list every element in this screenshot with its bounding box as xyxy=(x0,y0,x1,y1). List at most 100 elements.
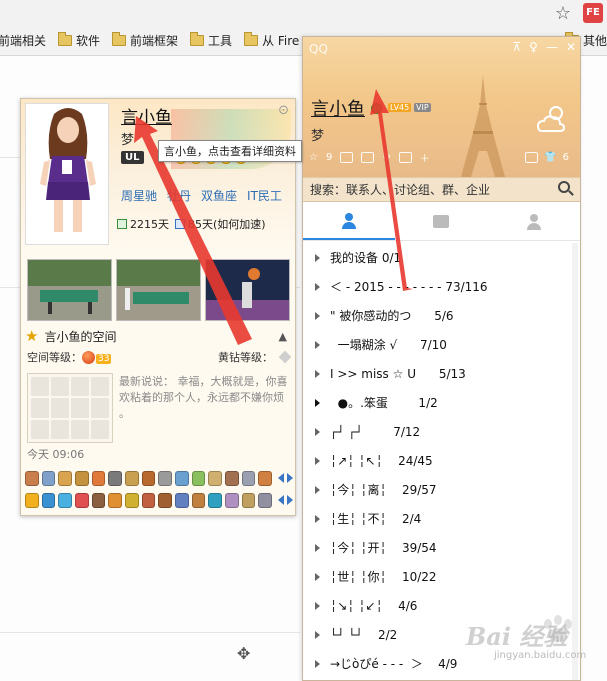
app-icon[interactable] xyxy=(208,470,223,486)
contact-group-row[interactable]: " 被你感动的つ 5/6 xyxy=(303,301,580,330)
app-icon[interactable] xyxy=(141,492,156,508)
app-icon[interactable] xyxy=(91,492,106,508)
bookmark-folder[interactable]: 从 Fire xyxy=(244,31,299,49)
app-icon[interactable] xyxy=(25,492,39,508)
bookmark-star-icon[interactable]: ☆ xyxy=(555,3,571,24)
app-icon[interactable] xyxy=(241,470,256,486)
app-icon[interactable] xyxy=(158,470,173,486)
app-icon[interactable] xyxy=(258,492,273,508)
add-icon[interactable]: ＋ xyxy=(420,150,430,165)
tab-contacts[interactable] xyxy=(303,203,396,240)
app-icon[interactable] xyxy=(58,470,73,486)
pin-icon[interactable]: ⊙ xyxy=(278,103,289,118)
contact-group-row[interactable]: ╎今╎ ╎离╎ 29/57 xyxy=(303,475,580,504)
photo-thumbnail[interactable] xyxy=(27,259,112,321)
photo-thumbnail[interactable] xyxy=(116,259,201,321)
tag-link[interactable]: 周星驰 xyxy=(121,187,157,204)
tag-link[interactable]: 牡丹 xyxy=(167,187,191,204)
contact-group-row[interactable]: 我的设备 0/1 xyxy=(303,243,580,272)
app-icon[interactable] xyxy=(208,492,223,508)
level-badge[interactable]: LV45 xyxy=(388,103,412,112)
app-icon[interactable] xyxy=(75,470,89,486)
pin-icon[interactable]: ⊼ xyxy=(512,40,521,54)
diamond-icon xyxy=(278,350,292,364)
group-label: ●。.笨蛋 1/2 xyxy=(330,396,438,410)
tab-groups[interactable] xyxy=(488,203,580,240)
contact-group-row[interactable]: I >> miss ☆ U 5/13 xyxy=(303,359,580,388)
qzone-row[interactable]: ★ 言小鱼的空间 ▲ xyxy=(25,326,291,346)
apps-icon[interactable] xyxy=(525,152,539,163)
app-icon[interactable] xyxy=(58,492,73,508)
app-icon[interactable] xyxy=(175,492,189,508)
contact-group-row[interactable]: ┌┘ ┌┘ 7/12 xyxy=(303,417,580,446)
group-label: 我的设备 0/1 xyxy=(330,251,402,265)
online-status-icon[interactable] xyxy=(371,103,382,114)
app-icon[interactable] xyxy=(41,492,56,508)
app-icon[interactable] xyxy=(41,470,56,486)
app-icon[interactable] xyxy=(191,492,206,508)
profile-name-link[interactable]: 言小鱼 xyxy=(121,103,172,128)
search-icon[interactable] xyxy=(558,181,570,193)
watermark-url: jingyan.baidu.com xyxy=(494,650,587,661)
avatar[interactable] xyxy=(25,103,109,245)
app-icon[interactable] xyxy=(108,470,123,486)
qq-signature[interactable]: 梦 xyxy=(311,125,324,144)
close-icon[interactable]: ✕ xyxy=(566,40,576,54)
app-icon[interactable] xyxy=(25,470,39,486)
prev-icon[interactable] xyxy=(278,495,285,505)
next-icon[interactable] xyxy=(287,495,294,505)
contact-group-row[interactable]: ╎今╎ ╎开╎ 39/54 xyxy=(303,533,580,562)
contact-group-row[interactable]: ＜ - 2015 - - - - - - - 73/116 xyxy=(303,272,580,301)
bookmark-folder[interactable]: 前端相关 xyxy=(0,32,46,49)
contact-group-row[interactable]: ╎生╎ ╎不╎ 2/4 xyxy=(303,504,580,533)
photo-thumbnail[interactable] xyxy=(205,259,290,321)
app-icon[interactable] xyxy=(241,492,256,508)
bookmark-folder[interactable]: 前端框架 xyxy=(112,31,178,49)
collapse-icon[interactable]: ▲ xyxy=(279,330,287,343)
app-icon[interactable] xyxy=(258,470,273,486)
contact-group-row[interactable]: ●。.笨蛋 1/2 xyxy=(303,388,580,417)
contact-group-row[interactable]: ╎↗╎ ╎↖╎ 24/45 xyxy=(303,446,580,475)
minimize-icon[interactable]: — xyxy=(546,40,558,54)
extension-fe-icon[interactable]: FE xyxy=(583,3,603,23)
qq-nickname[interactable]: 言小鱼 xyxy=(311,95,365,121)
mail-icon[interactable] xyxy=(340,152,354,163)
app-icon[interactable] xyxy=(108,492,123,508)
expand-caret-icon xyxy=(315,253,320,262)
app-icon[interactable] xyxy=(158,492,173,508)
latest-post-text[interactable]: 最新说说： 幸福，大概就是，你喜欢粘着的那个人，永远都不嫌你烦 。 xyxy=(119,374,291,422)
search-input[interactable]: 搜索：联系人、讨论组、群、企业 xyxy=(303,177,580,202)
feed-image[interactable] xyxy=(27,373,113,443)
app-icon[interactable] xyxy=(125,492,139,508)
tab-messages[interactable] xyxy=(395,203,487,240)
refresh-icon[interactable]: ↻ xyxy=(382,152,390,163)
app-icon[interactable] xyxy=(225,470,239,486)
skin-icon[interactable]: ♀ xyxy=(529,40,538,54)
bookmark-folder[interactable]: 软件 xyxy=(58,31,100,49)
next-icon[interactable] xyxy=(287,473,294,483)
bookmark-folder[interactable]: 工具 xyxy=(190,31,232,49)
app-icon[interactable] xyxy=(225,492,239,508)
vip-badge[interactable]: VIP xyxy=(414,103,431,112)
weather-cloud-icon[interactable] xyxy=(536,103,566,137)
app-icon[interactable] xyxy=(125,470,139,486)
contact-group-row[interactable]: 一塌糊涂 √ 7/10 xyxy=(303,330,580,359)
app-icon[interactable] xyxy=(191,470,206,486)
contact-group-row[interactable]: ╎世╎ ╎你╎ 10/22 xyxy=(303,562,580,591)
app-icon[interactable] xyxy=(91,470,106,486)
qq-header: QQ ⊼ ♀ — ✕ 言小鱼 LV45 VIP 梦 ☆ 9 ↻ ＋ 👕 6 xyxy=(303,37,580,177)
wallet-icon[interactable] xyxy=(361,152,375,163)
app-icon[interactable] xyxy=(141,470,156,486)
folder-icon xyxy=(58,31,73,46)
prev-icon[interactable] xyxy=(278,473,285,483)
grid-icon[interactable] xyxy=(398,152,412,163)
app-icon[interactable] xyxy=(175,470,189,486)
app-icon[interactable] xyxy=(75,492,89,508)
days-speed[interactable]: 85天(如何加速) xyxy=(175,216,266,232)
tag-link[interactable]: IT民工 xyxy=(247,187,282,204)
tag-link[interactable]: 双鱼座 xyxy=(201,187,237,204)
qzone-icon[interactable]: ☆ xyxy=(309,152,318,163)
shirt-icon[interactable]: 👕 xyxy=(544,152,556,163)
expand-caret-icon xyxy=(315,398,320,407)
qq-toolbar: ☆ 9 ↻ ＋ 👕 6 xyxy=(309,150,577,165)
